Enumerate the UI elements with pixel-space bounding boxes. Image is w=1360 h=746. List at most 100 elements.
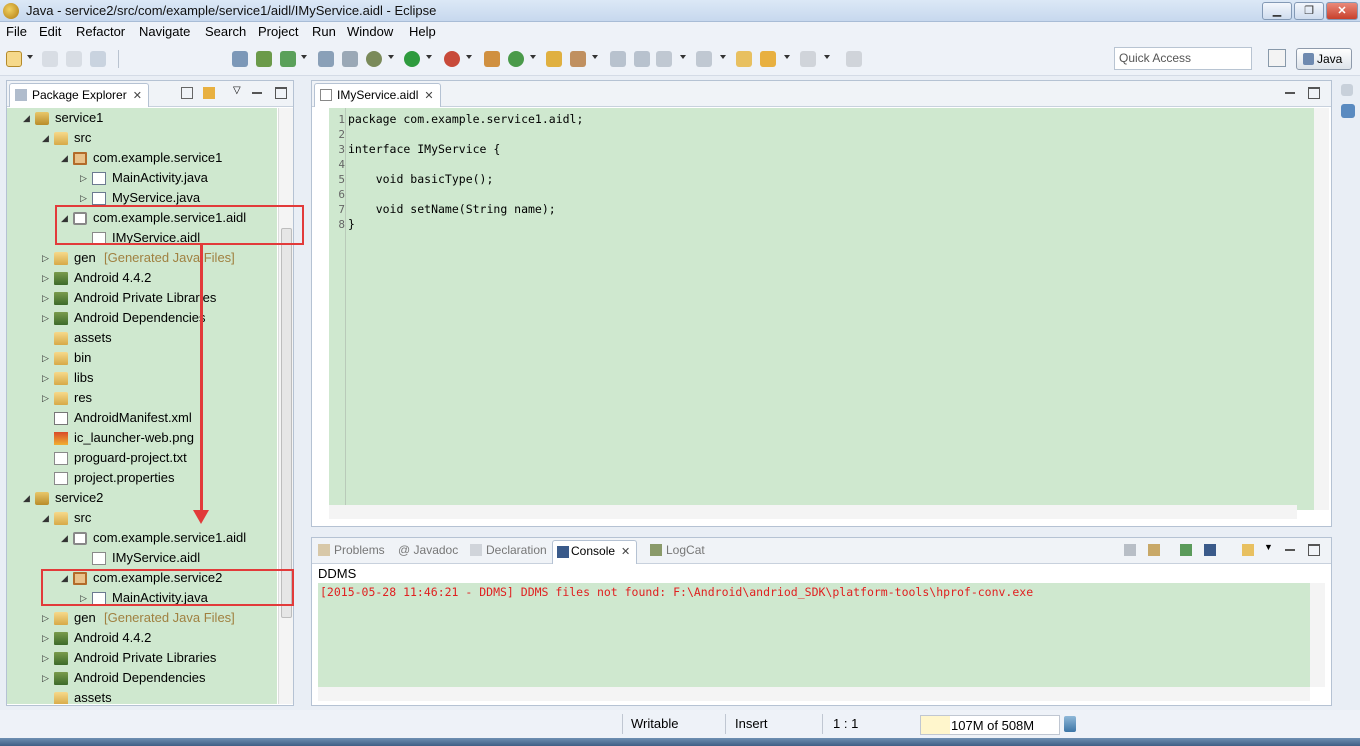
open-perspective-icon[interactable] bbox=[1268, 49, 1286, 67]
collapse-arrow-icon[interactable]: ◢ bbox=[61, 528, 71, 548]
minimize-button[interactable]: ▁ bbox=[1262, 2, 1292, 20]
collapse-arrow-icon[interactable]: ◢ bbox=[23, 108, 33, 128]
menu-help[interactable]: Help bbox=[409, 24, 436, 39]
tree-item[interactable]: ◢ service2 bbox=[7, 488, 277, 508]
pin-editor-icon[interactable] bbox=[846, 51, 862, 67]
editor-vertical-scrollbar[interactable] bbox=[1314, 108, 1329, 510]
tab-package-explorer[interactable]: Package Explorer ✕ bbox=[9, 83, 149, 107]
menu-search[interactable]: Search bbox=[205, 24, 246, 39]
expand-arrow-icon[interactable]: ▷ bbox=[42, 368, 52, 388]
maximize-console-icon[interactable] bbox=[1308, 544, 1320, 556]
minimize-console-icon[interactable] bbox=[1284, 544, 1296, 556]
garbage-collect-trash-icon[interactable] bbox=[1064, 716, 1076, 732]
tab-imyservice-aidl[interactable]: IMyService.aidl ✕ bbox=[314, 83, 441, 107]
expand-arrow-icon[interactable]: ▷ bbox=[42, 308, 52, 328]
next-annotation-icon[interactable] bbox=[656, 51, 672, 67]
tree-item[interactable]: ▷ MainActivity.java bbox=[7, 168, 277, 188]
open-console-icon[interactable] bbox=[1242, 544, 1254, 556]
search-tool-icon[interactable] bbox=[570, 51, 586, 67]
save-icon[interactable] bbox=[42, 51, 58, 67]
download-icon[interactable] bbox=[232, 51, 248, 67]
external-tools-icon[interactable] bbox=[444, 51, 460, 67]
debug-icon[interactable] bbox=[366, 51, 382, 67]
pin-icon[interactable] bbox=[318, 51, 334, 67]
expand-arrow-icon[interactable]: ▷ bbox=[42, 348, 52, 368]
minimize-editor-icon[interactable] bbox=[1284, 87, 1296, 99]
tab-logcat[interactable]: LogCat bbox=[648, 543, 705, 557]
menu-file[interactable]: File bbox=[6, 24, 27, 39]
code-editor[interactable]: 1 2 3 4 5 6 7 8 package com.example.service1.ai… bbox=[329, 108, 1329, 510]
menu-navigate[interactable]: Navigate bbox=[139, 24, 190, 39]
package-explorer-scrollbar[interactable] bbox=[278, 108, 293, 704]
tree-item[interactable]: ▷ Android Private Libraries bbox=[7, 288, 277, 308]
tree-item[interactable]: ▷ gen [Generated Java Files] bbox=[7, 248, 277, 268]
run-dropdown-icon[interactable] bbox=[426, 55, 432, 59]
close-button[interactable]: ✕ bbox=[1326, 2, 1358, 20]
expand-arrow-icon[interactable]: ▷ bbox=[42, 608, 52, 628]
tree-item[interactable]: project.properties bbox=[7, 468, 277, 488]
menu-edit[interactable]: Edit bbox=[39, 24, 61, 39]
view-menu-icon[interactable]: ▽ bbox=[233, 85, 245, 97]
tree-item[interactable]: AndroidManifest.xml bbox=[7, 408, 277, 428]
back-icon[interactable] bbox=[760, 51, 776, 67]
new-java-package-icon[interactable] bbox=[484, 51, 500, 67]
maximize-editor-icon[interactable] bbox=[1308, 87, 1320, 99]
android-sdk-icon[interactable] bbox=[256, 51, 272, 67]
outline-view-icon[interactable] bbox=[1341, 104, 1355, 118]
expand-arrow-icon[interactable]: ▷ bbox=[42, 648, 52, 668]
menu-project[interactable]: Project bbox=[258, 24, 298, 39]
tree-item[interactable]: assets bbox=[7, 328, 277, 348]
external-tools-dropdown-icon[interactable] bbox=[466, 55, 472, 59]
quick-access-input[interactable]: Quick Access bbox=[1114, 47, 1252, 70]
menu-window[interactable]: Window bbox=[347, 24, 393, 39]
tree-item[interactable]: ▷ Android 4.4.2 bbox=[7, 628, 277, 648]
minimize-view-icon[interactable] bbox=[251, 87, 263, 99]
forward-dropdown-icon[interactable] bbox=[824, 55, 830, 59]
expand-arrow-icon[interactable]: ▷ bbox=[42, 628, 52, 648]
last-edit-location-icon[interactable] bbox=[736, 51, 752, 67]
collapse-arrow-icon[interactable]: ◢ bbox=[23, 488, 33, 508]
collapse-arrow-icon[interactable]: ◢ bbox=[42, 508, 52, 528]
tree-item[interactable]: ▷ Android Dependencies bbox=[7, 668, 277, 688]
editor-horizontal-scrollbar[interactable] bbox=[329, 505, 1297, 519]
scroll-lock-icon[interactable] bbox=[1148, 544, 1160, 556]
heap-status[interactable]: 107M of 508M bbox=[920, 715, 1060, 735]
link-with-editor-icon[interactable] bbox=[203, 87, 215, 99]
expand-arrow-icon[interactable]: ▷ bbox=[42, 668, 52, 688]
tree-item[interactable]: ▷ Android Dependencies bbox=[7, 308, 277, 328]
tab-javadoc[interactable]: @ Javadoc bbox=[396, 543, 458, 557]
tab-declaration[interactable]: Declaration bbox=[468, 543, 547, 557]
new-java-class-icon[interactable] bbox=[508, 51, 524, 67]
run-icon[interactable] bbox=[404, 51, 420, 67]
tree-item[interactable]: ◢ com.example.service1 bbox=[7, 148, 277, 168]
tree-item[interactable]: ◢ src bbox=[7, 508, 277, 528]
tree-item[interactable]: proguard-project.txt bbox=[7, 448, 277, 468]
tree-item[interactable]: ▷ res bbox=[7, 388, 277, 408]
close-console-tab-icon[interactable]: ✕ bbox=[621, 546, 630, 558]
scrollbar-thumb[interactable] bbox=[281, 228, 292, 618]
restore-view-icon[interactable] bbox=[1341, 84, 1353, 96]
forward-icon[interactable] bbox=[800, 51, 816, 67]
expand-arrow-icon[interactable]: ▷ bbox=[42, 288, 52, 308]
console-horizontal-scrollbar[interactable] bbox=[318, 687, 1310, 701]
console-menu-icon[interactable]: ▼ bbox=[1264, 542, 1276, 554]
pin-console-icon[interactable] bbox=[1180, 544, 1192, 556]
search-dropdown-icon[interactable] bbox=[592, 55, 598, 59]
tree-item[interactable]: IMyService.aidl bbox=[7, 548, 277, 568]
tree-item[interactable]: ▷ Android Private Libraries bbox=[7, 648, 277, 668]
expand-arrow-icon[interactable]: ▷ bbox=[42, 268, 52, 288]
toggle-mark-occurrences-icon[interactable] bbox=[610, 51, 626, 67]
close-tab-icon[interactable]: ✕ bbox=[133, 90, 142, 102]
display-selected-console-icon[interactable] bbox=[1204, 544, 1216, 556]
new-icon[interactable] bbox=[6, 51, 22, 67]
java-perspective-button[interactable]: Java bbox=[1296, 48, 1352, 70]
print-icon[interactable] bbox=[90, 51, 106, 67]
expand-arrow-icon[interactable]: ▷ bbox=[42, 388, 52, 408]
tree-item[interactable]: ▷ libs bbox=[7, 368, 277, 388]
checkmark-icon[interactable] bbox=[280, 51, 296, 67]
console-vertical-scrollbar[interactable] bbox=[1310, 583, 1325, 687]
open-type-icon[interactable] bbox=[546, 51, 562, 67]
collapse-arrow-icon[interactable]: ◢ bbox=[61, 148, 71, 168]
tree-item[interactable]: ▷ Android 4.4.2 bbox=[7, 268, 277, 288]
back-dropdown-icon[interactable] bbox=[784, 55, 790, 59]
